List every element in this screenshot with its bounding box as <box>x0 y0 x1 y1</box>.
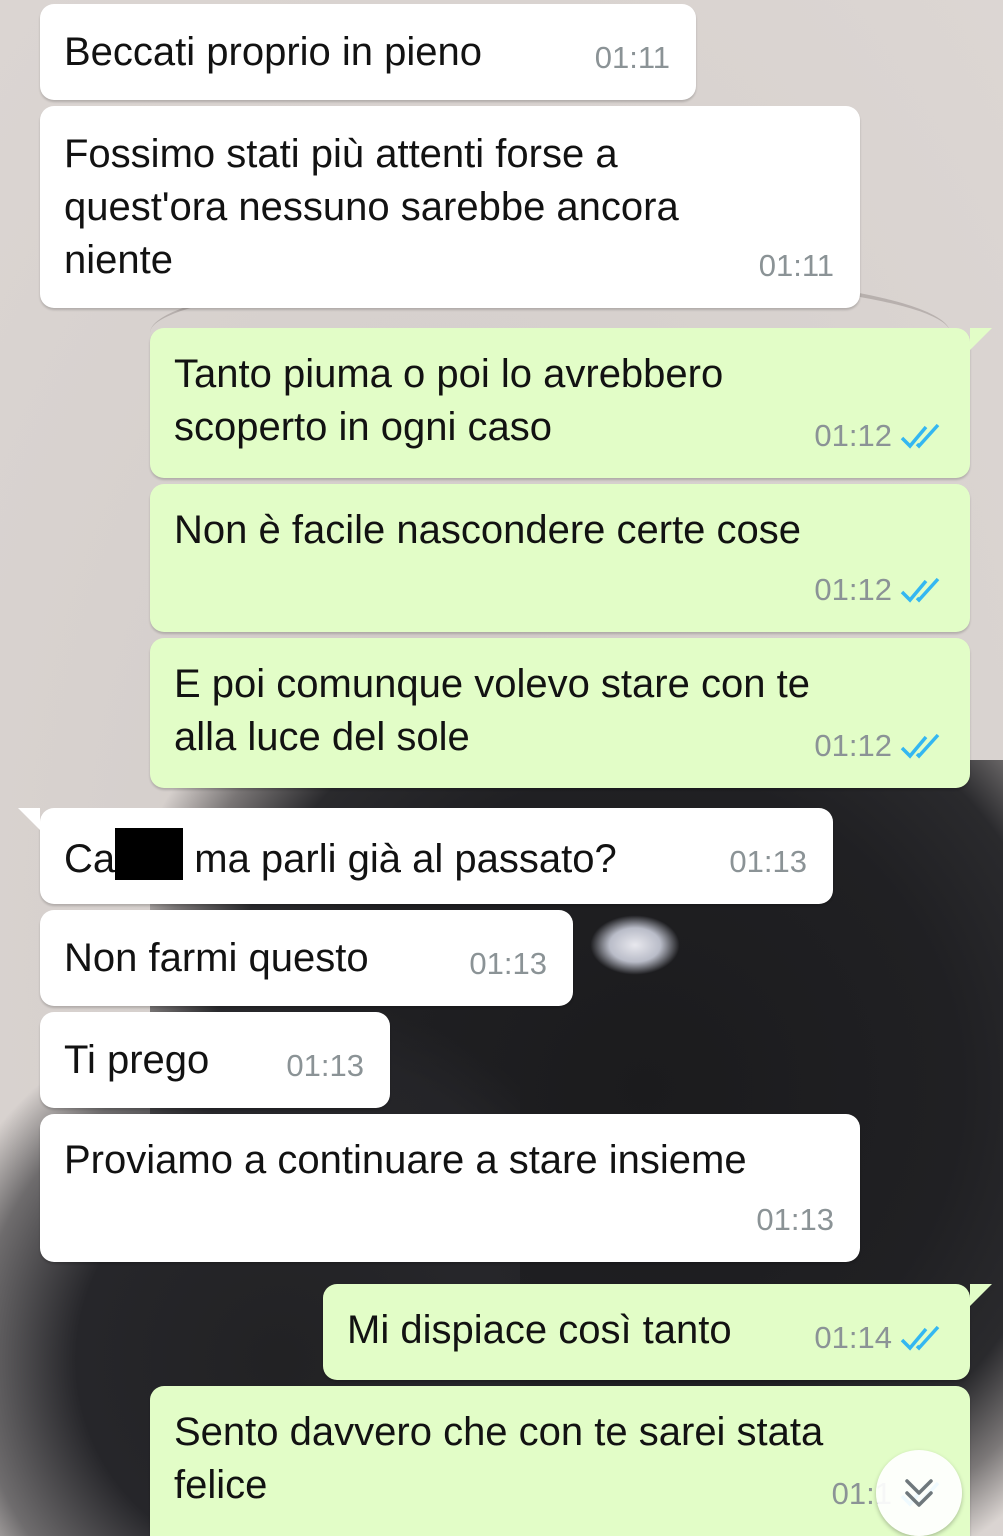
message-outgoing[interactable]: E poi comunque volevo stare con te alla … <box>150 638 970 788</box>
message-time: 01:13 <box>729 844 807 879</box>
message-text: Fossimo stati più attenti forse a quest'… <box>64 132 679 282</box>
scroll-to-bottom-button[interactable] <box>876 1450 962 1536</box>
message-text-end: ma parli già al passato? <box>183 837 617 881</box>
message-time: 01:12 <box>814 572 892 607</box>
message-text: Proviamo a continuare a stare insieme <box>64 1138 747 1182</box>
message-text: Sento davvero che con te sarei stata fel… <box>174 1410 824 1507</box>
message-incoming[interactable]: Fossimo stati più attenti forse a quest'… <box>40 106 860 308</box>
message-time: 01:13 <box>469 946 547 981</box>
message-outgoing[interactable]: Sento davvero che con te sarei stata fel… <box>150 1386 970 1536</box>
message-incoming[interactable]: Non farmi questo 01:13 <box>40 910 573 1006</box>
double-check-icon <box>900 577 940 603</box>
message-time: 01:11 <box>758 248 834 283</box>
message-text-start: Ca <box>64 837 116 881</box>
message-incoming[interactable]: Ti prego 01:13 <box>40 1012 390 1108</box>
double-check-icon <box>900 1325 940 1351</box>
message-incoming[interactable]: Beccati proprio in pieno 01:11 <box>40 4 696 100</box>
message-incoming[interactable]: Proviamo a continuare a stare insieme 01… <box>40 1114 860 1262</box>
message-time: 01:11 <box>594 40 670 75</box>
message-time: 01:12 <box>814 728 892 763</box>
message-text: Ca ma parli già al passato? <box>64 828 809 886</box>
message-time: 01:13 <box>756 1202 834 1237</box>
message-time: 01:13 <box>286 1048 364 1083</box>
chevrons-down-icon <box>905 1479 933 1507</box>
message-outgoing[interactable]: Tanto piuma o poi lo avrebbero scoperto … <box>150 328 992 478</box>
message-outgoing[interactable]: Mi dispiace così tanto 01:14 <box>323 1284 992 1380</box>
message-text: Beccati proprio in pieno <box>64 30 483 74</box>
double-check-icon <box>900 423 940 449</box>
double-check-icon <box>900 733 940 759</box>
message-incoming[interactable]: Ca ma parli già al passato? 01:13 <box>18 808 833 904</box>
message-time: 01:12 <box>814 418 892 453</box>
message-time: 01:14 <box>814 1320 892 1355</box>
message-text: Non è facile nascondere certe cose <box>174 508 802 552</box>
redaction-box <box>115 828 184 880</box>
message-outgoing[interactable]: Non è facile nascondere certe cose 01:12 <box>150 484 970 632</box>
